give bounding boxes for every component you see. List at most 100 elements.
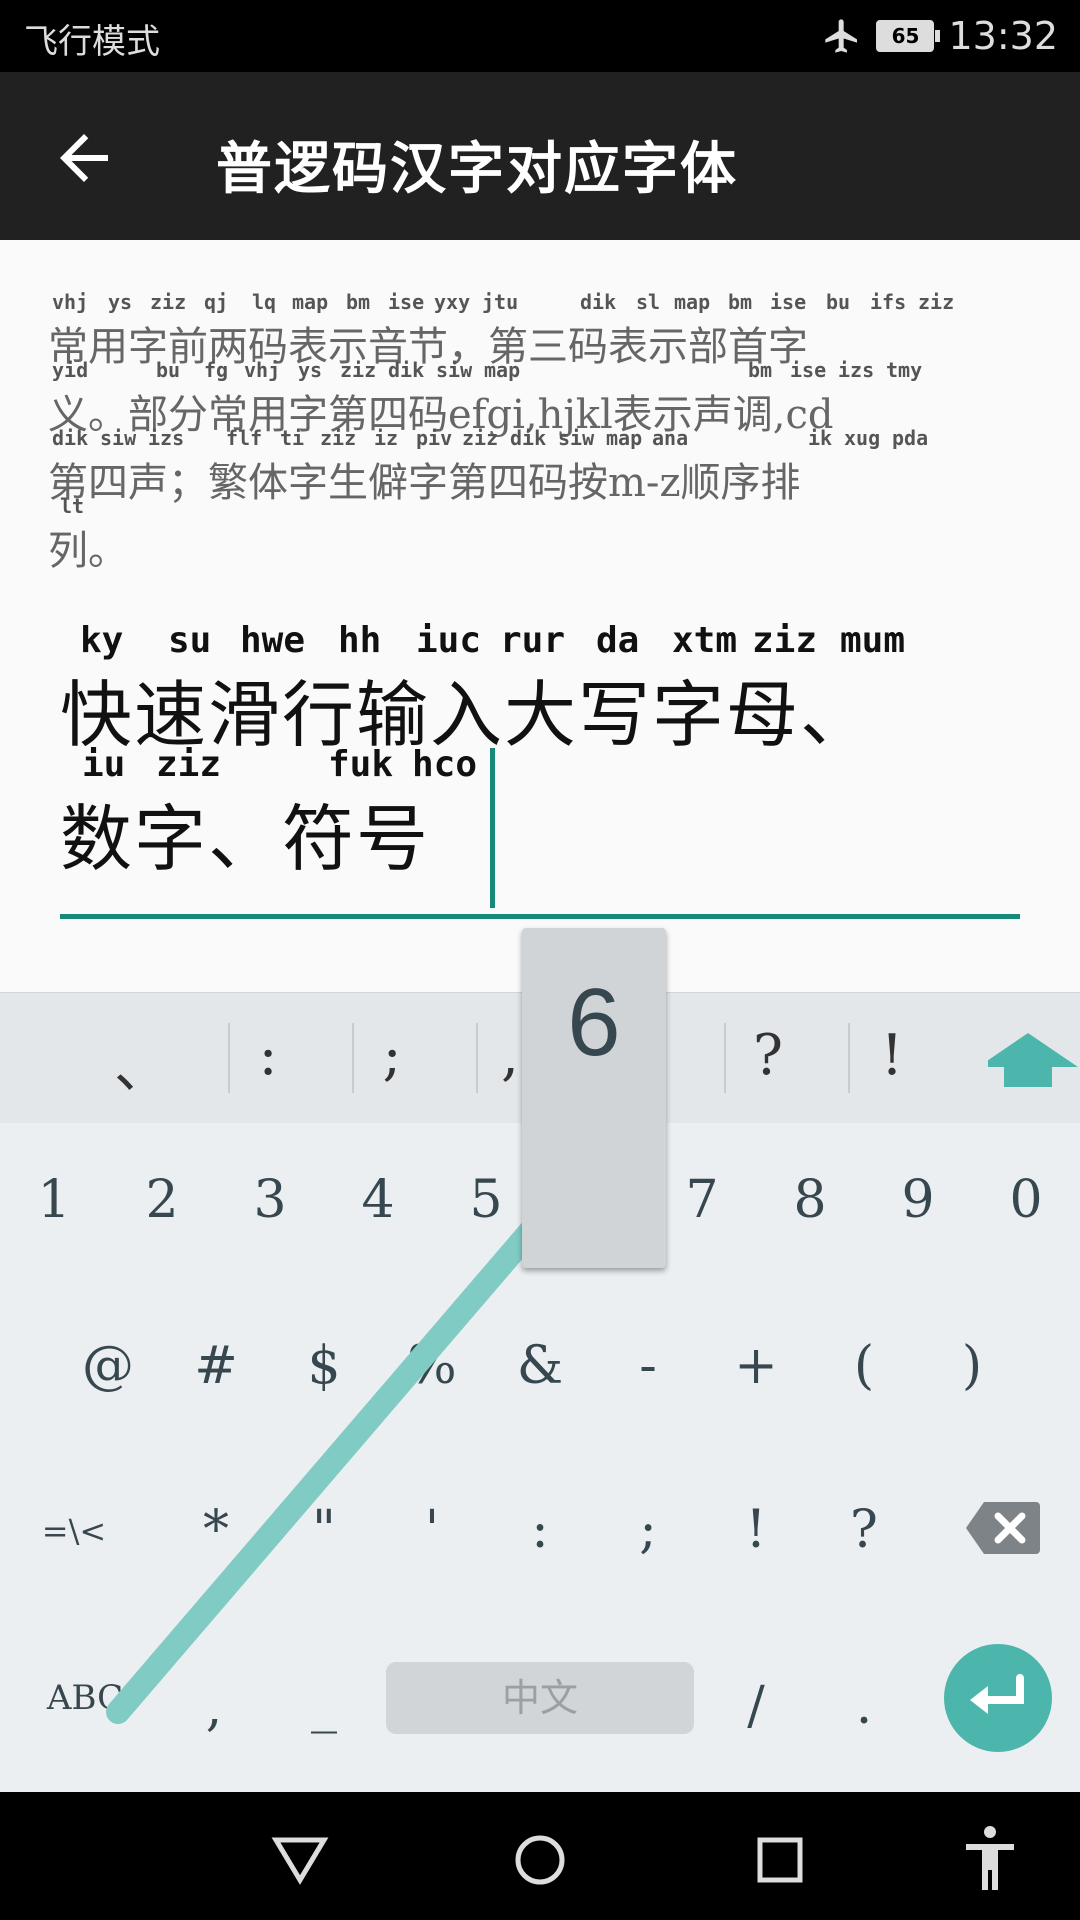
text-input[interactable]: ky su hwe hh iuc rur da xtm ziz mum 快速滑行… [60, 620, 1020, 881]
input-line-2: iu ziz fuk hco 数字、符号 [60, 744, 1020, 881]
page-title: 普逻码汉字对应字体 [216, 137, 738, 202]
pinyin: ziz [150, 290, 187, 314]
key-question[interactable]: ? [814, 1500, 914, 1560]
pinyin: xtm [672, 620, 738, 661]
recents-square-icon[interactable] [740, 1818, 820, 1898]
pinyin: dik [510, 426, 547, 450]
key-slash[interactable]: / [706, 1676, 806, 1736]
key-period[interactable]: . [814, 1676, 914, 1736]
space-key[interactable]: 中文 [386, 1662, 694, 1734]
input-line-1: ky su hwe hh iuc rur da xtm ziz mum 快速滑行… [60, 620, 1020, 757]
key-paren-open[interactable]: ( [814, 1336, 914, 1396]
airplane-icon [825, 19, 858, 53]
pinyin: bm [728, 290, 753, 314]
app-bar: 普逻码汉字对应字体 [0, 72, 1080, 240]
pinyin: da [596, 620, 640, 661]
key-4[interactable]: 4 [328, 1170, 428, 1230]
key-8[interactable]: 8 [760, 1170, 860, 1230]
pinyin: flf [226, 426, 263, 450]
key-colon[interactable]: : [490, 1500, 590, 1560]
pinyin: hwe [240, 620, 306, 661]
key-double-quote[interactable]: " [274, 1500, 374, 1560]
enter-button[interactable] [944, 1644, 1052, 1752]
pinyin: siw [100, 426, 137, 450]
pinyin: ziz [320, 426, 357, 450]
battery-level: 65 [891, 24, 920, 48]
accessibility-icon[interactable] [950, 1818, 1030, 1898]
pinyin: yxy [434, 290, 471, 314]
key-symbol[interactable]: 、 [92, 1023, 192, 1104]
pinyin: map [674, 290, 711, 314]
pinyin: hco [412, 744, 478, 785]
key-percent[interactable]: % [382, 1336, 482, 1396]
key-3[interactable]: 3 [220, 1170, 320, 1230]
pinyin: dik [52, 426, 89, 450]
pinyin: map [484, 358, 521, 382]
pinyin: ziz [156, 744, 222, 785]
pinyin: ziz [462, 426, 499, 450]
pinyin: dik [388, 358, 425, 382]
key-hash[interactable]: # [166, 1336, 266, 1396]
key-abc[interactable]: ABC [30, 1678, 140, 1718]
key-exclamation[interactable]: ! [706, 1500, 806, 1560]
nav-bar [0, 1792, 1080, 1920]
pinyin: lq [252, 290, 277, 314]
pinyin: izs [148, 426, 185, 450]
key-symbol[interactable]: ; [342, 1023, 442, 1088]
key-at[interactable]: @ [58, 1336, 158, 1396]
pinyin: su [168, 620, 212, 661]
input-underline [60, 914, 1020, 919]
pinyin: qj [204, 290, 229, 314]
pinyin: iuc [416, 620, 482, 661]
pinyin: ifs [870, 290, 907, 314]
key-comma[interactable]: , [164, 1678, 264, 1738]
pinyin: rur [500, 620, 566, 661]
symbol-row-2: @ # $ % & - + ( ) [0, 1336, 1080, 1486]
pinyin: ise [790, 358, 827, 382]
home-circle-icon[interactable] [500, 1818, 580, 1898]
clock: 13:32 [948, 14, 1058, 58]
pinyin: ise [388, 290, 425, 314]
text-cursor [490, 748, 495, 908]
pinyin: ys [108, 290, 133, 314]
pinyin: vhj [52, 290, 89, 314]
key-single-quote[interactable]: ' [382, 1500, 482, 1560]
key-ampersand[interactable]: & [490, 1336, 590, 1396]
key-paren-close[interactable]: ) [922, 1336, 1022, 1396]
airplane-mode-label: 飞行模式 [24, 22, 160, 62]
key-underscore[interactable]: _ [274, 1674, 374, 1734]
key-1[interactable]: 1 [4, 1170, 104, 1230]
pinyin: fuk [328, 744, 394, 785]
pinyin: xug [844, 426, 881, 450]
arrow-left-icon [60, 134, 108, 182]
back-button[interactable] [48, 122, 120, 194]
pinyin: pda [892, 426, 929, 450]
key-5[interactable]: 5 [436, 1170, 536, 1230]
pinyin: ti [280, 426, 305, 450]
key-symbol[interactable]: ? [718, 1023, 818, 1088]
info-text: vhj ys ziz qj lq map bm ise yxy jtu dik … [48, 290, 1028, 574]
key-symbol[interactable]: : [218, 1023, 318, 1088]
key-symbol[interactable]: ! [842, 1023, 942, 1088]
pinyin: fg [204, 358, 229, 382]
key-0[interactable]: 0 [976, 1170, 1076, 1230]
pinyin: bm [748, 358, 773, 382]
info-line-4: lt 列。 [48, 494, 1028, 574]
key-more-symbols[interactable]: =\< [24, 1512, 124, 1550]
back-triangle-icon[interactable] [260, 1818, 340, 1898]
pinyin: map [292, 290, 329, 314]
key-7[interactable]: 7 [652, 1170, 752, 1230]
backspace-icon[interactable] [966, 1500, 1040, 1556]
key-minus[interactable]: - [598, 1336, 698, 1396]
pinyin: mum [840, 620, 906, 661]
pinyin: sl [636, 290, 661, 314]
key-plus[interactable]: + [706, 1336, 806, 1396]
key-2[interactable]: 2 [112, 1170, 212, 1230]
pinyin: ziz [752, 620, 818, 661]
key-9[interactable]: 9 [868, 1170, 968, 1230]
key-popup: 6 [522, 928, 666, 1268]
key-dollar[interactable]: $ [274, 1336, 374, 1396]
shift-up-arrow-icon[interactable] [988, 1029, 1080, 1093]
key-asterisk[interactable]: * [166, 1500, 266, 1560]
key-semicolon[interactable]: ; [598, 1500, 698, 1560]
